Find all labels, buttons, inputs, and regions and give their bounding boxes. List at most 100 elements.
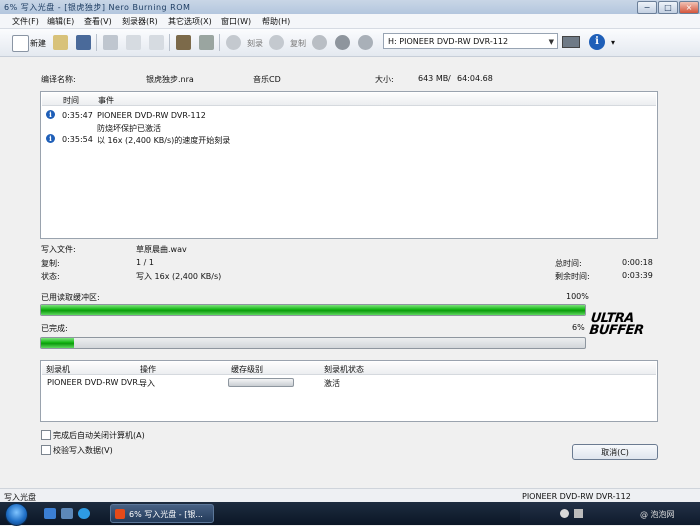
log-entry-text: 以 16x (2,400 KB/s)的速度开始刻录 <box>97 136 231 145</box>
burn-icon[interactable] <box>226 35 241 50</box>
status-bar: 写入光盘 PIONEER DVD-RW DVR-112 <box>0 488 700 503</box>
table-row[interactable]: PIONEER DVD-RW DVR... 导入 激活 <box>42 376 656 388</box>
properties-icon[interactable] <box>176 35 191 50</box>
cancel-button[interactable]: 取消(C) <box>572 444 658 460</box>
open-folder-icon[interactable] <box>53 35 68 50</box>
paste-icon[interactable] <box>149 35 164 50</box>
menu-bar: 文件(F) 编辑(E) 查看(V) 刻录器(R) 其它选项(X) 窗口(W) 帮… <box>0 14 700 29</box>
drive-select[interactable]: H: PIONEER DVD-RW DVR-112 ▼ <box>383 33 558 49</box>
menu-extras[interactable]: 其它选项(X) <box>168 16 212 27</box>
title-bar: 6% 写入光盘 - [银虎独步] Nero Burning ROM − □ × <box>0 0 700 14</box>
total-time-value: 0:00:18 <box>622 258 653 267</box>
chevron-down-icon[interactable]: ▼ <box>549 34 554 50</box>
shutdown-checkbox[interactable] <box>41 430 51 440</box>
menu-file[interactable]: 文件(F) <box>12 16 39 27</box>
copy-count-value: 1 / 1 <box>136 258 154 267</box>
menu-recorder[interactable]: 刻录器(R) <box>122 16 158 27</box>
menu-help[interactable]: 帮助(H) <box>262 16 290 27</box>
erase-disc-icon[interactable] <box>358 35 373 50</box>
recorder-table[interactable]: 刻录机 操作 缓存级别 刻录机状态 PIONEER DVD-RW DVR... … <box>40 360 658 422</box>
total-time-label: 总时间: <box>555 259 582 268</box>
copy-button-label[interactable]: 复制 <box>290 38 306 49</box>
shutdown-label[interactable]: 完成后自动关闭计算机(A) <box>53 430 145 441</box>
ultrabuffer-logo: ULTRA BUFFER <box>588 311 645 338</box>
new-button-label[interactable]: 新建 <box>30 38 46 49</box>
toolbar-separator <box>219 34 220 51</box>
compilation-name-label: 编译名称: <box>41 75 76 84</box>
log-column-event[interactable]: 事件 <box>98 95 114 106</box>
column-recorder-status[interactable]: 刻录机状态 <box>324 364 364 375</box>
toolbar-overflow-icon[interactable]: ▾ <box>611 38 615 47</box>
verify-label[interactable]: 校验写入数据(V) <box>53 445 113 456</box>
eject-icon[interactable] <box>335 35 350 50</box>
status-bar-drive: PIONEER DVD-RW DVR-112 <box>522 492 631 501</box>
menu-window[interactable]: 窗口(W) <box>221 16 251 27</box>
toolbar-separator <box>169 34 170 51</box>
system-tray: @ 泡泡网 <box>520 502 700 525</box>
close-button[interactable]: × <box>679 1 699 14</box>
info-icon: i <box>46 110 55 119</box>
drive-select-value: H: PIONEER DVD-RW DVR-112 <box>388 37 509 46</box>
size-time-value: 64:04.68 <box>457 74 493 83</box>
disc-info-icon[interactable] <box>312 35 327 50</box>
state-label: 状态: <box>41 272 60 281</box>
log-entry: i 0:35:47 PIONEER DVD-RW DVR-112 防烧坏保护已激… <box>41 109 655 133</box>
copy-icon[interactable] <box>126 35 141 50</box>
size-label: 大小: <box>375 75 394 84</box>
remaining-time-value: 0:03:39 <box>622 271 653 280</box>
log-column-time[interactable]: 时间 <box>63 95 79 106</box>
write-file-label: 写入文件: <box>41 245 76 254</box>
log-entry-time: 0:35:54 <box>62 135 93 144</box>
drive-icon[interactable] <box>562 36 580 48</box>
cut-icon[interactable] <box>103 35 118 50</box>
tray-watermark: @ 泡泡网 <box>640 510 675 519</box>
size-mb-value: 643 MB <box>418 74 449 83</box>
nero-icon <box>115 509 125 519</box>
row-status: 激活 <box>324 379 340 388</box>
minimize-button[interactable]: − <box>637 1 657 14</box>
recorder-table-header: 刻录机 操作 缓存级别 刻录机状态 <box>42 362 656 375</box>
write-file-value: 草原晨曲.wav <box>136 245 187 254</box>
column-recorder[interactable]: 刻录机 <box>46 364 70 375</box>
network-icon[interactable] <box>560 509 569 518</box>
switch-windows-icon[interactable] <box>61 508 73 519</box>
new-document-icon[interactable] <box>12 35 29 52</box>
menu-view[interactable]: 查看(V) <box>84 16 112 27</box>
save-icon[interactable] <box>76 35 91 50</box>
internet-explorer-icon[interactable] <box>78 508 90 519</box>
size-separator: / <box>448 74 451 83</box>
buffer-progress-fill <box>41 305 585 315</box>
remaining-time-label: 剩余时间: <box>555 272 590 281</box>
column-operation[interactable]: 操作 <box>140 364 156 375</box>
info-icon[interactable]: i <box>589 34 605 50</box>
row-operation: 导入 <box>139 379 155 388</box>
show-desktop-icon[interactable] <box>44 508 56 519</box>
buffer-percent: 100% <box>566 292 589 301</box>
verify-checkbox[interactable] <box>41 445 51 455</box>
cache-level-bar <box>228 378 294 387</box>
menu-edit[interactable]: 编辑(E) <box>47 16 74 27</box>
start-button[interactable] <box>5 503 28 526</box>
taskbar-nero-button[interactable]: 6% 写入光盘 - [银... <box>110 504 214 523</box>
buffer-progress-bar <box>40 304 586 316</box>
event-log-header: 时间 事件 <box>42 93 656 106</box>
wizard-icon[interactable] <box>199 35 214 50</box>
maximize-button[interactable]: □ <box>658 1 678 14</box>
compilation-type-value: 音乐CD <box>253 75 281 84</box>
state-value: 写入 16x (2,400 KB/s) <box>136 272 222 281</box>
copy-disc-icon[interactable] <box>269 35 284 50</box>
event-log[interactable]: 时间 事件 i 0:35:47 PIONEER DVD-RW DVR-112 防… <box>40 91 658 239</box>
toolbar-separator <box>96 34 97 51</box>
window-title: 6% 写入光盘 - [银虎独步] Nero Burning ROM <box>4 3 191 12</box>
volume-icon[interactable] <box>574 509 583 518</box>
burn-progress-bar <box>40 337 586 349</box>
burn-progress-fill <box>41 338 74 348</box>
copy-count-label: 复制: <box>41 259 60 268</box>
column-cache-level[interactable]: 缓存级别 <box>231 364 263 375</box>
taskbar-nero-label: 6% 写入光盘 - [银... <box>129 510 203 519</box>
completed-percent: 6% <box>572 323 585 332</box>
taskbar: 6% 写入光盘 - [银... @ 泡泡网 <box>0 502 700 526</box>
log-entry-text: PIONEER DVD-RW DVR-112 <box>97 111 206 120</box>
buffer-label: 已用读取缓冲区: <box>41 293 100 302</box>
burn-button-label[interactable]: 刻录 <box>247 38 263 49</box>
